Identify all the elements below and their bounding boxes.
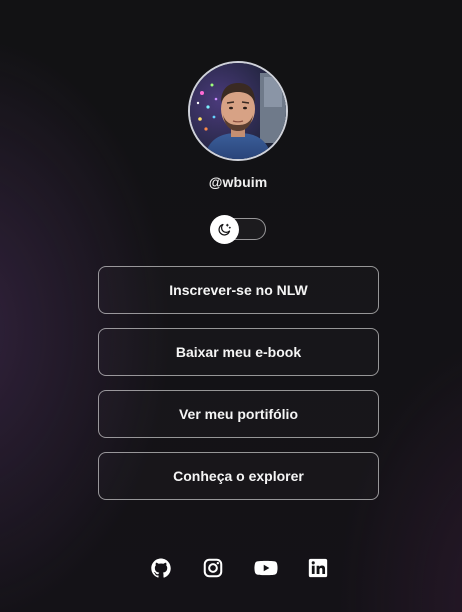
link-button-explorer[interactable]: Conheça o explorer bbox=[98, 452, 379, 500]
link-button-inscrever-nlw[interactable]: Inscrever-se no NLW bbox=[98, 266, 379, 314]
github-icon bbox=[151, 558, 171, 578]
link-button-baixar-ebook[interactable]: Baixar meu e-book bbox=[98, 328, 379, 376]
instagram-icon bbox=[204, 558, 223, 578]
avatar bbox=[188, 61, 288, 161]
link-button-portifolio[interactable]: Ver meu portifólio bbox=[98, 390, 379, 438]
avatar-photo bbox=[190, 63, 286, 159]
linktree-page: @wbuim Inscrever-se no NLW Baixar meu e-… bbox=[0, 0, 462, 612]
username: @wbuim bbox=[208, 174, 268, 190]
switch-thumb[interactable] bbox=[210, 215, 239, 244]
links-list: Inscrever-se no NLW Baixar meu e-book Ve… bbox=[98, 266, 379, 514]
github-link[interactable] bbox=[147, 554, 175, 582]
linkedin-link[interactable] bbox=[304, 554, 332, 582]
moon-icon bbox=[218, 223, 231, 236]
social-links bbox=[147, 554, 332, 582]
youtube-icon bbox=[254, 560, 278, 576]
youtube-link[interactable] bbox=[252, 554, 280, 582]
linkedin-icon bbox=[308, 558, 328, 578]
theme-toggle-switch[interactable] bbox=[210, 215, 266, 244]
instagram-link[interactable] bbox=[199, 554, 227, 582]
